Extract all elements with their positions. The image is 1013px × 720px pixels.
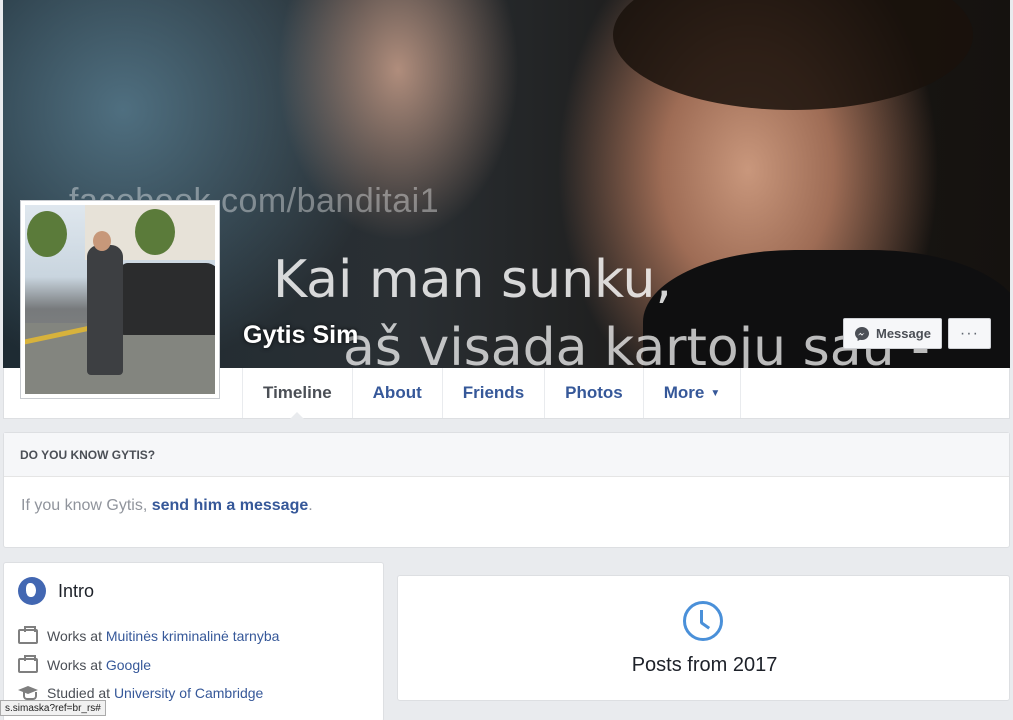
intro-title: Intro [58, 580, 95, 601]
tab-label: More [663, 383, 705, 402]
send-message-link[interactable]: send him a message [152, 497, 309, 514]
tab-label: Friends [462, 383, 525, 402]
tab-about[interactable]: About [351, 368, 442, 418]
tab-label: About [372, 383, 422, 402]
cover-actions: Message ··· [843, 318, 991, 349]
caret-down-icon: ▼ [710, 387, 721, 399]
intro-heading: Intro [18, 577, 94, 605]
graduation-cap-icon [18, 686, 38, 700]
ellipsis-icon: ··· [959, 324, 979, 342]
intro-item-text: Works at Google [47, 657, 151, 673]
avatar-person [87, 245, 123, 375]
profile-name[interactable]: Gytis Sim [243, 321, 358, 350]
tab-label: Timeline [263, 383, 332, 402]
intro-item-education: Studied at University of Cambridge [18, 685, 263, 701]
avatar-person-head [93, 231, 111, 251]
intro-item-prefix: Works at [47, 657, 106, 673]
browser-status-bar: s.simaska?ref=br_rs# [0, 700, 106, 716]
briefcase-icon [18, 625, 38, 644]
intro-item-prefix: Works at [47, 628, 106, 644]
message-button-label: Message [876, 326, 931, 341]
intro-item-work-1: Works at Muitinės kriminalinė tarnyba [18, 625, 279, 644]
do-you-know-heading: DO YOU KNOW GYTIS? [4, 433, 1009, 477]
intro-item-text: Works at Muitinės kriminalinė tarnyba [47, 628, 279, 644]
status-url: s.simaska?ref=br_rs# [5, 702, 101, 714]
cover-quote-line2: aš visada kartoju sau - [343, 318, 930, 368]
cover-quote-line1: Kai man sunku, [273, 250, 673, 310]
do-you-know-card: DO YOU KNOW GYTIS? If you know Gytis, se… [3, 432, 1010, 548]
messenger-icon [855, 326, 869, 341]
intro-item-text: Studied at University of Cambridge [47, 685, 263, 701]
tab-friends[interactable]: Friends [441, 368, 544, 418]
posts-year-card[interactable]: Posts from 2017 [397, 575, 1010, 701]
avatar [25, 205, 215, 394]
do-you-know-prefix: If you know Gytis, [21, 497, 152, 514]
avatar-car [120, 263, 215, 335]
avatar-tree [135, 209, 175, 255]
profile-picture[interactable] [20, 200, 220, 399]
tab-timeline[interactable]: Timeline [242, 368, 352, 419]
profile-tabs: Timeline About Friends Photos More ▼ [242, 368, 742, 419]
avatar-tree [27, 211, 67, 257]
posts-year-label: Posts from 2017 [631, 654, 778, 676]
more-options-button[interactable]: ··· [947, 318, 991, 349]
school-link[interactable]: University of Cambridge [114, 685, 263, 701]
cover-figure-hair [613, 0, 973, 110]
tab-label: Photos [565, 383, 623, 402]
globe-icon [18, 577, 46, 605]
intro-card: Intro Works at Muitinės kriminalinė tarn… [3, 562, 384, 720]
tab-more[interactable]: More ▼ [642, 368, 742, 418]
briefcase-icon [18, 654, 38, 673]
intro-item-prefix: Studied at [47, 685, 114, 701]
tab-photos[interactable]: Photos [544, 368, 643, 418]
do-you-know-text: If you know Gytis, send him a message. [4, 477, 1009, 535]
workplace-link[interactable]: Muitinės kriminalinė tarnyba [106, 628, 280, 644]
message-button[interactable]: Message [843, 318, 942, 349]
intro-item-work-2: Works at Google [18, 654, 151, 673]
workplace-link[interactable]: Google [106, 657, 151, 673]
clock-icon [683, 601, 723, 641]
do-you-know-suffix: . [308, 497, 313, 514]
